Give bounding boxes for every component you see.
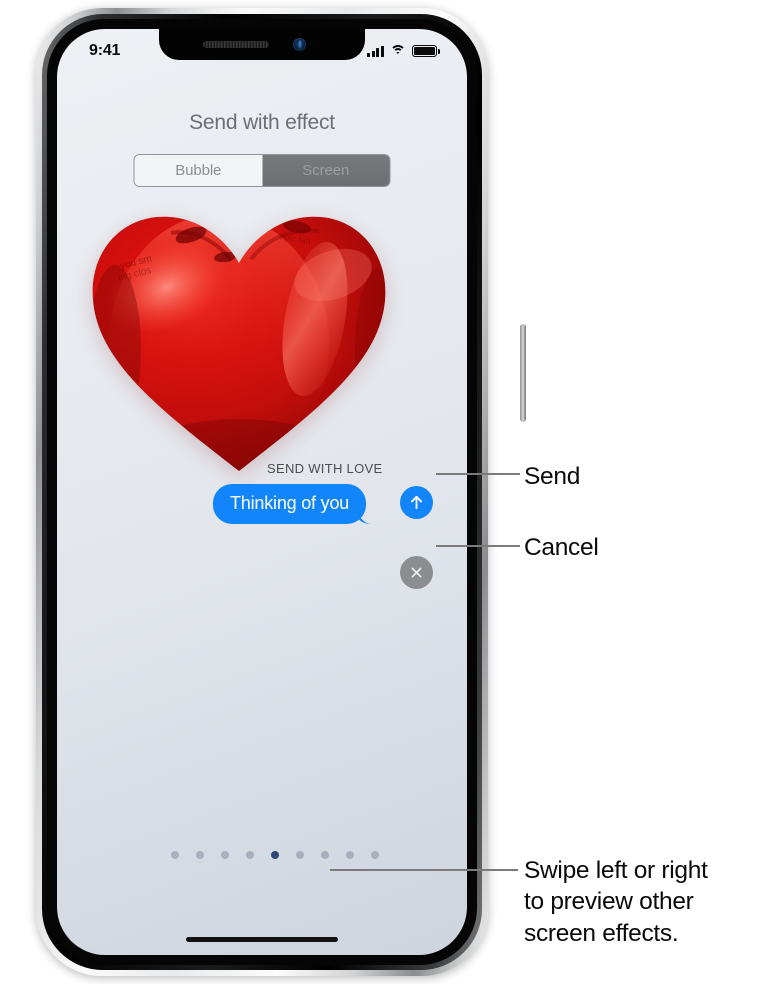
callout-swipe-line-3: screen effects.: [524, 919, 679, 947]
iphone-screen: 9:41 Send with effect Bubble Screen you …: [57, 29, 467, 955]
callout-cancel: Cancel: [524, 534, 599, 561]
callout-swipe-line-1: Swipe left or right: [524, 857, 708, 884]
arrow-up-icon: [410, 495, 423, 510]
effect-name-label: SEND WITH LOVE: [267, 461, 383, 476]
status-time: 9:41: [89, 42, 121, 59]
close-x-icon: [411, 567, 422, 578]
earpiece-speaker-icon: [203, 41, 269, 48]
page-dot[interactable]: [221, 851, 229, 859]
page-title: Send with effect: [189, 111, 335, 134]
leader-line-cancel: [436, 545, 520, 547]
callout-swipe: Swipe left or right to preview other scr…: [524, 855, 708, 949]
send-button[interactable]: [400, 486, 433, 519]
tab-screen[interactable]: Screen: [262, 155, 390, 186]
screenshot-root: 9:41 Send with effect Bubble Screen you …: [0, 0, 782, 984]
tab-bubble[interactable]: Bubble: [134, 155, 262, 186]
page-indicator-dots[interactable]: [171, 851, 379, 859]
page-dot[interactable]: [371, 851, 379, 859]
leader-line-swipe: [330, 869, 518, 871]
side-power-button[interactable]: [520, 324, 526, 422]
front-camera-icon: [293, 38, 306, 51]
page-dot[interactable]: [171, 851, 179, 859]
status-indicators: [367, 45, 440, 57]
red-heart-balloon-icon: you sm ing clos epic fan: [92, 216, 386, 472]
battery-full-icon: [412, 45, 440, 57]
wifi-icon: [390, 45, 406, 57]
page-dot[interactable]: [346, 851, 354, 859]
signal-bars-icon: [367, 45, 384, 57]
home-indicator[interactable]: [186, 937, 338, 942]
callout-swipe-line-2: to preview other: [524, 888, 694, 916]
page-dot[interactable]: [196, 851, 204, 859]
message-bubble-tail: [374, 510, 390, 526]
page-dot[interactable]: [296, 851, 304, 859]
message-bubble: Thinking of you: [213, 484, 367, 524]
page-dot[interactable]: [321, 851, 329, 859]
notch: [159, 29, 365, 60]
leader-line-send: [436, 473, 520, 475]
page-dot[interactable]: [246, 851, 254, 859]
callout-send: Send: [524, 463, 581, 490]
page-dot-active[interactable]: [271, 851, 279, 859]
cancel-button[interactable]: [400, 556, 433, 589]
screen-effect-preview: you sm ing clos epic fan: [79, 199, 399, 479]
effect-type-segmented-control[interactable]: Bubble Screen: [133, 154, 391, 187]
